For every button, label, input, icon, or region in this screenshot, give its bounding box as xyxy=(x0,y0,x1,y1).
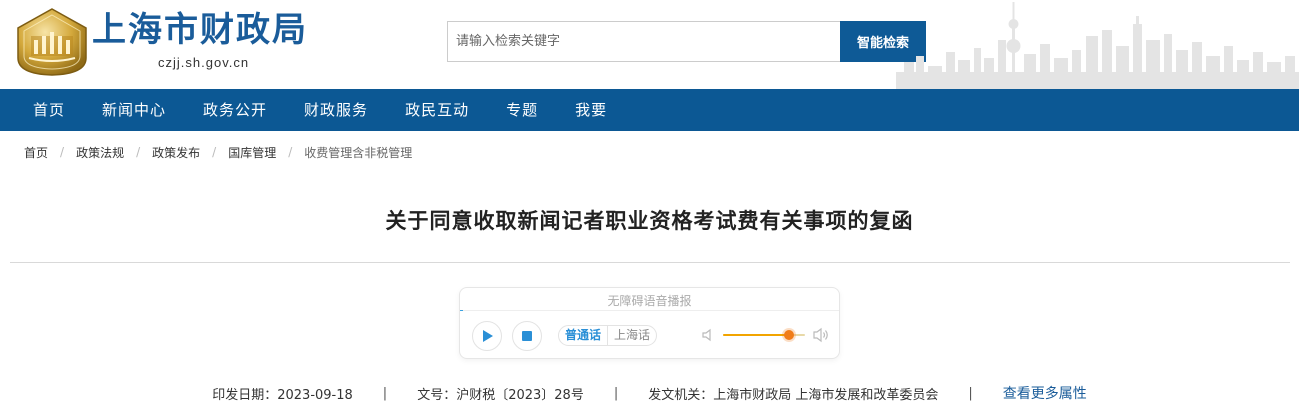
meta-separator: | xyxy=(968,385,973,401)
city-emblem-icon[interactable] xyxy=(14,6,90,78)
breadcrumb-current: 收费管理含非税管理 xyxy=(304,145,413,160)
volume-slider[interactable] xyxy=(723,330,805,340)
site-domain: czjj.sh.gov.cn xyxy=(158,55,250,70)
nav-item-i-want[interactable]: 我要 xyxy=(556,89,625,131)
volume-slider-knob[interactable] xyxy=(783,330,794,340)
volume-slider-fill xyxy=(723,334,789,336)
nav-item-news[interactable]: 新闻中心 xyxy=(83,89,184,131)
nav-item-finance-services[interactable]: 财政服务 xyxy=(285,89,386,131)
nav-item-interaction[interactable]: 政民互动 xyxy=(386,89,487,131)
play-button[interactable] xyxy=(472,321,502,351)
volume-high-icon[interactable] xyxy=(812,327,830,343)
document-meta: 印发日期：2023-09-18 | 文号：沪财税〔2023〕28号 | 发文机关… xyxy=(0,383,1299,403)
site-title[interactable]: 上海市财政局 xyxy=(92,10,308,50)
issue-date: 印发日期：2023-09-18 xyxy=(212,387,353,403)
nav-item-topics[interactable]: 专题 xyxy=(487,89,556,131)
breadcrumb-policy-regulations[interactable]: 政策法规 xyxy=(76,144,124,161)
breadcrumb-policy-release[interactable]: 政策发布 xyxy=(152,144,200,161)
document-number: 文号：沪财税〔2023〕28号 xyxy=(417,387,584,403)
issuing-authority: 发文机关：上海市财政局 上海市发展和改革委员会 xyxy=(648,387,939,403)
stop-button[interactable] xyxy=(512,321,542,351)
stop-icon xyxy=(522,331,532,341)
language-option-mandarin[interactable]: 普通话 xyxy=(559,326,609,345)
nav-item-government-affairs[interactable]: 政务公开 xyxy=(184,89,285,131)
search-input[interactable] xyxy=(447,21,840,62)
player-progress-track[interactable] xyxy=(460,310,839,311)
play-icon xyxy=(483,330,493,342)
breadcrumb-separator: / xyxy=(288,145,293,159)
main-nav: 首页 新闻中心 政务公开 财政服务 政民互动 专题 我要 xyxy=(0,89,1299,131)
view-more-attributes-link[interactable]: 查看更多属性 xyxy=(1003,383,1087,403)
breadcrumb-separator: / xyxy=(212,145,217,159)
language-option-shanghainese[interactable]: 上海话 xyxy=(608,326,656,345)
breadcrumb-separator: / xyxy=(136,145,141,159)
breadcrumb: 首页 / 政策法规 / 政策发布 / 国库管理 / 收费管理含非税管理 xyxy=(0,131,1299,173)
breadcrumb-treasury-management[interactable]: 国库管理 xyxy=(228,144,276,161)
accessibility-audio-player: 无障碍语音播报 普通话 上海话 xyxy=(459,287,840,359)
nav-item-home[interactable]: 首页 xyxy=(14,89,83,131)
language-toggle: 普通话 上海话 xyxy=(558,325,658,346)
breadcrumb-separator: / xyxy=(60,145,65,159)
site-header: 上海市财政局 czjj.sh.gov.cn 智能检索 xyxy=(0,0,1299,89)
volume-low-icon[interactable] xyxy=(701,328,715,342)
article-title: 关于同意收取新闻记者职业资格考试费有关事项的复函 xyxy=(385,209,914,233)
meta-separator: | xyxy=(382,385,388,401)
title-divider xyxy=(10,262,1290,263)
city-skyline-illustration xyxy=(896,2,1299,89)
breadcrumb-home[interactable]: 首页 xyxy=(24,144,48,161)
player-label: 无障碍语音播报 xyxy=(607,294,692,308)
meta-separator: | xyxy=(613,385,619,401)
player-progress-fill xyxy=(460,310,463,311)
